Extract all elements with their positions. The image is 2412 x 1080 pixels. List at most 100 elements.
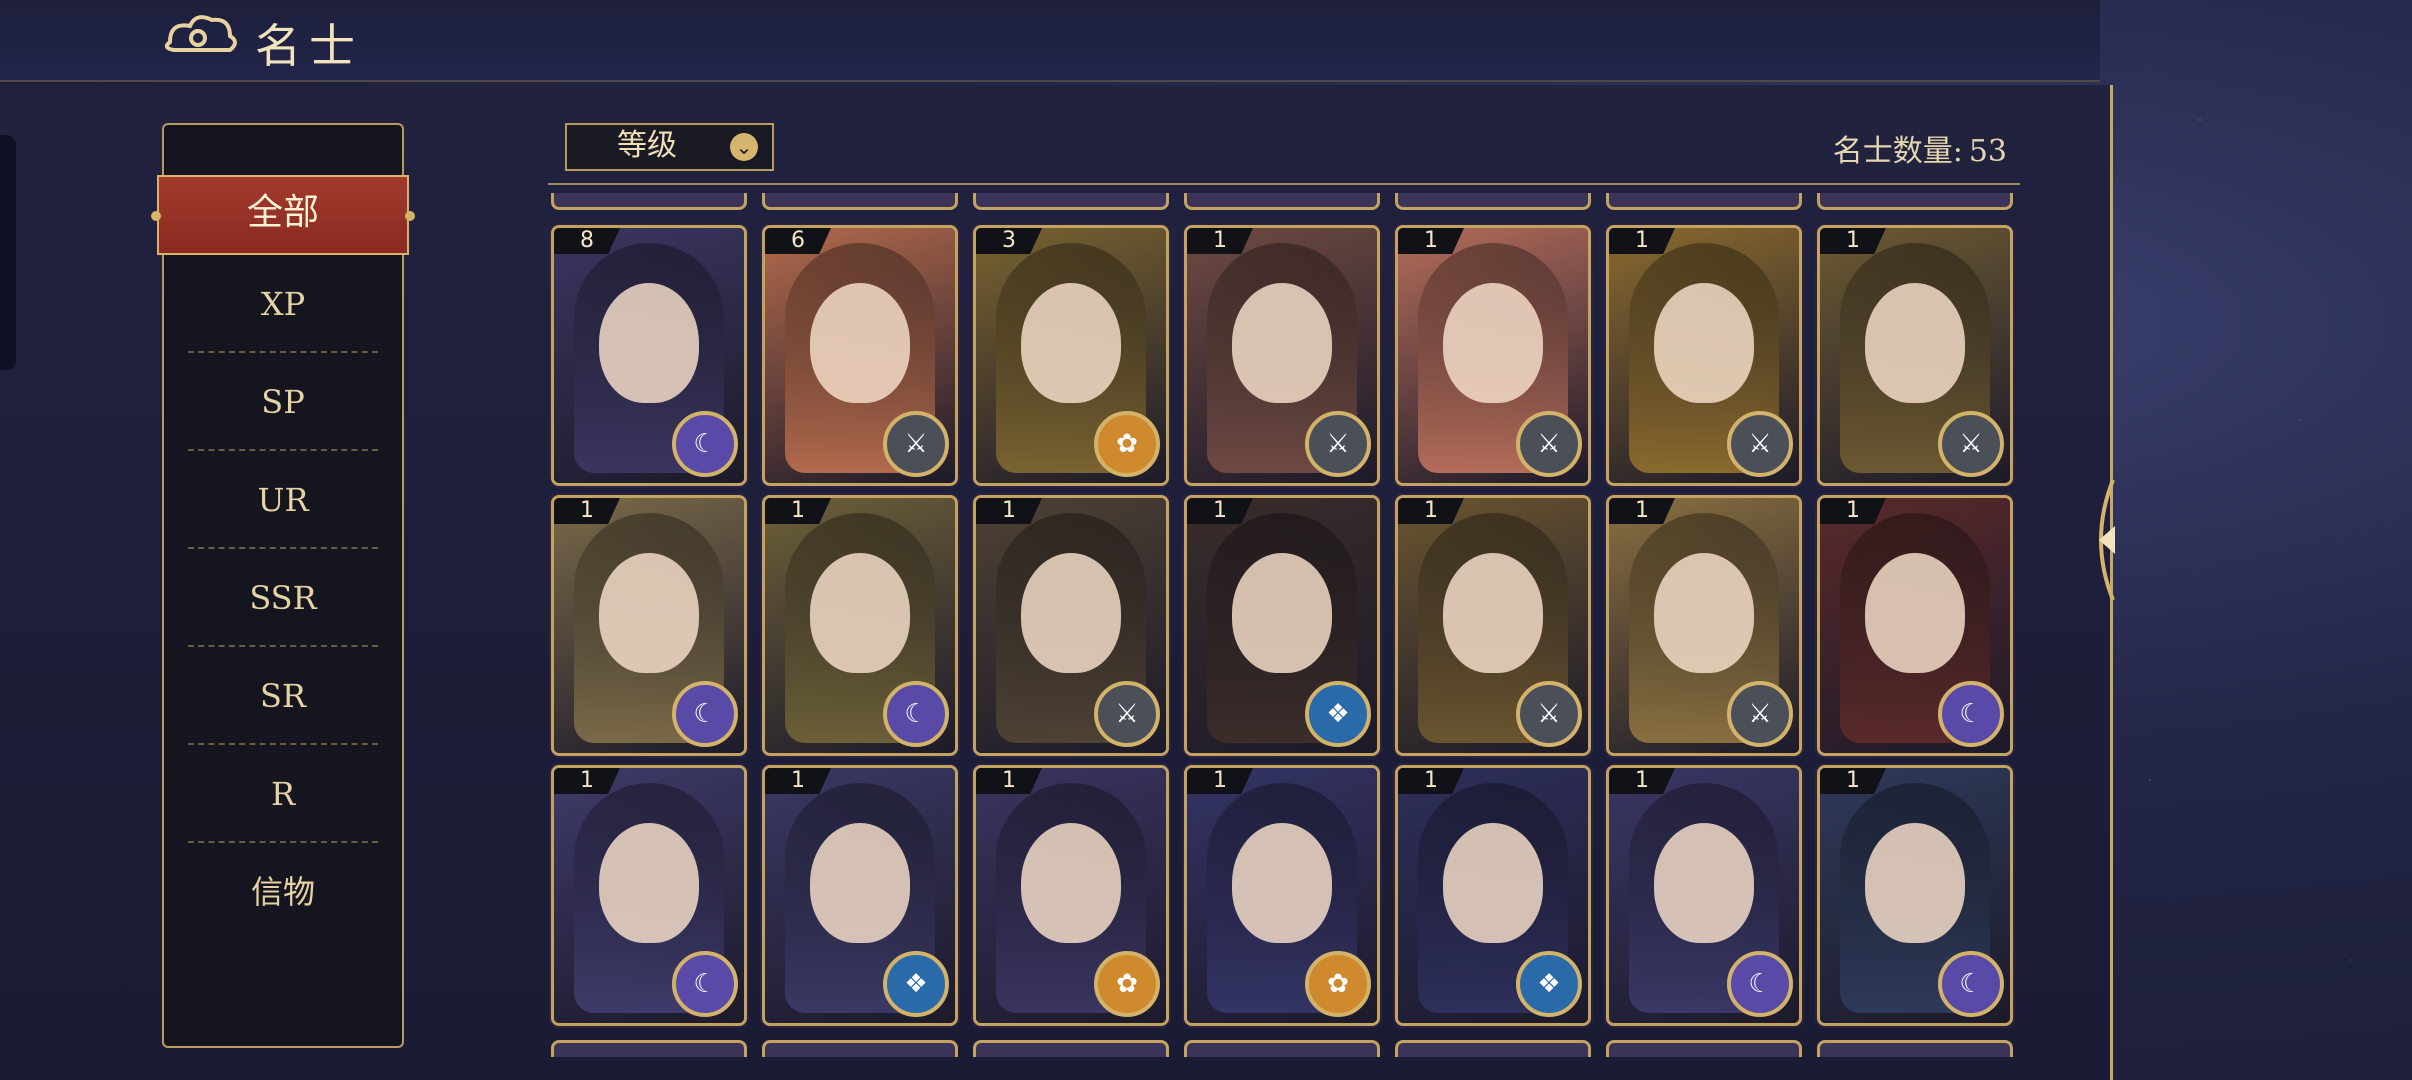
hero-face xyxy=(1232,283,1332,403)
filter-xp[interactable]: XP xyxy=(188,255,378,353)
hero-face xyxy=(1443,283,1543,403)
cropped-hero-card[interactable] xyxy=(551,1040,747,1057)
hero-count: 名士数量: 53 xyxy=(1827,126,2007,170)
faction-emblem-icon: ❖ xyxy=(1516,951,1582,1017)
hero-face xyxy=(1232,823,1332,943)
cropped-hero-card[interactable] xyxy=(1395,193,1591,210)
faction-emblem-icon: ☾ xyxy=(1938,951,2004,1017)
filter-token[interactable]: 信物 xyxy=(188,843,378,941)
cropped-hero-card[interactable] xyxy=(1817,193,2013,210)
rarity-filter-sidebar: XP SP UR SSR SR R 信物 xyxy=(162,123,404,1048)
hero-face xyxy=(810,823,910,943)
hero-count-value: 53 xyxy=(1968,134,2007,169)
cropped-hero-card[interactable] xyxy=(1606,193,1802,210)
cropped-hero-card[interactable] xyxy=(1817,1040,2013,1057)
hero-card[interactable]: 1 ⚔ xyxy=(1606,225,1802,486)
hero-card[interactable]: 8 ☾ xyxy=(551,225,747,486)
filter-label: XP xyxy=(260,285,306,323)
cropped-hero-card[interactable] xyxy=(762,193,958,210)
chevron-down-icon: ⌄ xyxy=(730,133,758,161)
page-header: 名士 xyxy=(0,0,2100,82)
faction-emblem-icon: ☾ xyxy=(1727,951,1793,1017)
hero-face xyxy=(1654,283,1754,403)
cropped-hero-card[interactable] xyxy=(1395,1040,1591,1057)
faction-emblem-icon: ☾ xyxy=(672,411,738,477)
toolbar-divider xyxy=(548,183,2020,185)
hero-card[interactable]: 1 ❖ xyxy=(1184,495,1380,756)
hero-face xyxy=(599,823,699,943)
filter-label: 信物 xyxy=(250,873,315,911)
hero-card[interactable]: 6 ⚔ xyxy=(762,225,958,486)
faction-emblem-icon: ☾ xyxy=(1938,681,2004,747)
hero-card[interactable]: 1 ⚔ xyxy=(1817,225,2013,486)
faction-emblem-icon: ⚔ xyxy=(1305,411,1371,477)
page-title: 名士 xyxy=(255,19,363,73)
hero-card[interactable]: 1 ❖ xyxy=(1395,765,1591,1026)
hero-face xyxy=(599,553,699,673)
hero-card[interactable]: 1 ⚔ xyxy=(1606,495,1802,756)
hero-face xyxy=(1443,553,1543,673)
filter-ur[interactable]: UR xyxy=(188,451,378,549)
hero-card[interactable]: 1 ☾ xyxy=(762,495,958,756)
hero-face xyxy=(1654,553,1754,673)
sort-label: 等级 xyxy=(617,128,677,163)
filter-sr[interactable]: SR xyxy=(188,647,378,745)
faction-emblem-icon: ✿ xyxy=(1094,411,1160,477)
cropped-hero-card[interactable] xyxy=(973,193,1169,210)
hero-card[interactable]: 1 ☾ xyxy=(1606,765,1802,1026)
faction-emblem-icon: ✿ xyxy=(1305,951,1371,1017)
hero-card[interactable]: 1 ⚔ xyxy=(973,495,1169,756)
filter-sp[interactable]: SP xyxy=(188,353,378,451)
hero-face xyxy=(1865,283,1965,403)
faction-emblem-icon: ⚔ xyxy=(1516,681,1582,747)
filter-all-active[interactable]: 全部 xyxy=(151,175,415,255)
hero-face xyxy=(1021,283,1121,403)
filter-label: SP xyxy=(261,383,305,421)
hero-card[interactable]: 1 ⚔ xyxy=(1395,495,1591,756)
hero-card[interactable]: 1 ☾ xyxy=(551,495,747,756)
faction-emblem-icon: ☾ xyxy=(883,681,949,747)
left-edge-tab[interactable] xyxy=(0,135,16,370)
hero-face xyxy=(1865,553,1965,673)
faction-emblem-icon: ☾ xyxy=(672,681,738,747)
hero-face xyxy=(1865,823,1965,943)
hero-card[interactable]: 1 ☾ xyxy=(551,765,747,1026)
hero-face xyxy=(810,553,910,673)
hero-card[interactable]: 1 ☾ xyxy=(1817,765,2013,1026)
collapse-panel-button[interactable] xyxy=(2085,470,2125,610)
hero-card[interactable]: 1 ✿ xyxy=(1184,765,1380,1026)
faction-emblem-icon: ❖ xyxy=(1305,681,1371,747)
faction-emblem-icon: ⚔ xyxy=(1516,411,1582,477)
hero-face xyxy=(1654,823,1754,943)
hero-count-label: 名士数量: xyxy=(1832,134,1963,169)
faction-emblem-icon: ⚔ xyxy=(1727,681,1793,747)
cropped-hero-card[interactable] xyxy=(551,193,747,210)
cropped-hero-card[interactable] xyxy=(1184,193,1380,210)
filter-ssr[interactable]: SSR xyxy=(188,549,378,647)
faction-emblem-icon: ⚔ xyxy=(1938,411,2004,477)
hero-face xyxy=(599,283,699,403)
faction-emblem-icon: ⚔ xyxy=(1727,411,1793,477)
hero-card[interactable]: 1 ❖ xyxy=(762,765,958,1026)
faction-emblem-icon: ⚔ xyxy=(883,411,949,477)
filter-r[interactable]: R xyxy=(188,745,378,843)
sort-dropdown[interactable]: 等级 ⌄ xyxy=(565,123,774,171)
hero-card[interactable]: 3 ✿ xyxy=(973,225,1169,486)
faction-emblem-icon: ❖ xyxy=(883,951,949,1017)
hero-face xyxy=(810,283,910,403)
cropped-hero-card[interactable] xyxy=(762,1040,958,1057)
filter-label: SR xyxy=(259,677,306,715)
hero-face xyxy=(1021,553,1121,673)
cropped-hero-card[interactable] xyxy=(1606,1040,1802,1057)
faction-emblem-icon: ☾ xyxy=(672,951,738,1017)
hero-card[interactable]: 1 ⚔ xyxy=(1395,225,1591,486)
auspicious-cloud-icon xyxy=(164,15,237,52)
hero-card[interactable]: 1 ⚔ xyxy=(1184,225,1380,486)
cropped-hero-card[interactable] xyxy=(1184,1040,1380,1057)
hero-card[interactable]: 1 ✿ xyxy=(973,765,1169,1026)
hero-card[interactable]: 1 ☾ xyxy=(1817,495,2013,756)
cropped-hero-card[interactable] xyxy=(973,1040,1169,1057)
filter-label: SSR xyxy=(249,579,317,617)
hero-face xyxy=(1232,553,1332,673)
hero-face xyxy=(1021,823,1121,943)
